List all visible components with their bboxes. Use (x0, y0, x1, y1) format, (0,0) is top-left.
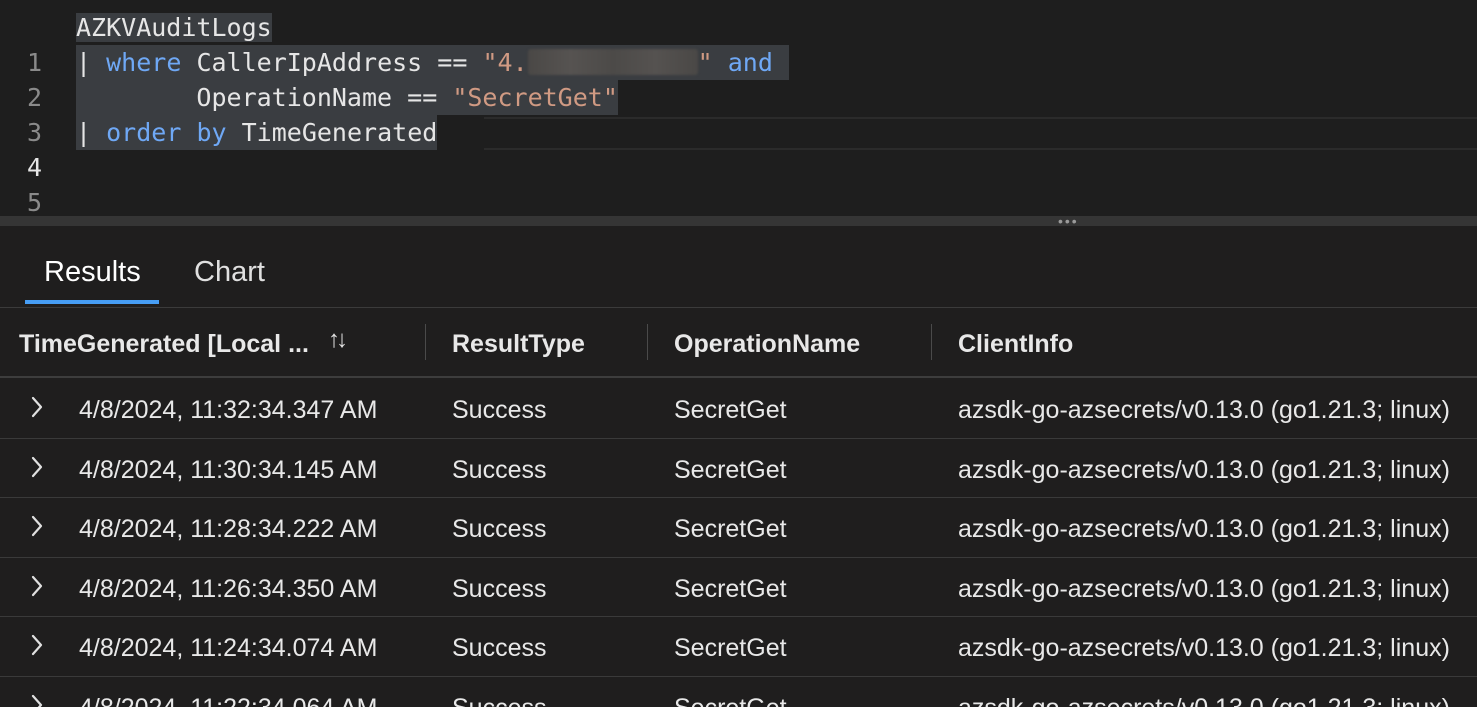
string-ip-end: " (697, 48, 713, 77)
column-header-timegenerated[interactable]: TimeGenerated [Local ... (19, 330, 309, 359)
cell-timegenerated: 4/8/2024, 11:26:34.350 AM (79, 574, 378, 603)
column-header-operationname[interactable]: OperationName (674, 330, 860, 359)
column-resize-handle[interactable] (425, 324, 426, 360)
field-operation-name: OperationName (196, 83, 393, 112)
cell-operationname: SecretGet (674, 455, 787, 484)
active-tab-indicator (25, 300, 159, 304)
editor-line-2[interactable]: 2 | where CallerIpAddress == "4. " and (0, 45, 1477, 112)
operator-equals: == (437, 48, 468, 77)
cell-operationname: SecretGet (674, 515, 787, 543)
grid-header: TimeGenerated [Local ... ↑↓ ResultType O… (0, 308, 1477, 378)
keyword-where: where (106, 48, 182, 77)
expand-chevron-icon[interactable] (27, 512, 47, 540)
table-name: AZKVAuditLogs (76, 13, 272, 42)
editor-line-3[interactable]: 3 OperationName == "SecretGet" (0, 80, 1477, 147)
string-ip-start: "4. (482, 48, 528, 77)
editor-line-5[interactable]: 5 (0, 150, 1477, 217)
string-secretget: "SecretGet" (452, 83, 618, 112)
cell-clientinfo: azsdk-go-azsecrets/v0.13.0 (go1.21.3; li… (958, 574, 1450, 603)
query-editor[interactable]: 1 AZKVAuditLogs 2 | where CallerIpAddres… (0, 0, 1477, 217)
editor-line-4[interactable]: 4 | order by TimeGenerated (0, 115, 1477, 182)
cell-timegenerated: 4/8/2024, 11:28:34.222 AM (79, 515, 378, 543)
cell-clientinfo: azsdk-go-azsecrets/v0.13.0 (go1.21.3; li… (958, 455, 1450, 484)
cell-timegenerated: 4/8/2024, 11:32:34.347 AM (79, 396, 378, 424)
table-row[interactable]: 4/8/2024, 11:32:34.347 AM Success SecretGe… (0, 379, 1477, 439)
cell-operationname: SecretGet (674, 694, 787, 707)
table-row[interactable]: 4/8/2024, 11:28:34.222 AM Success SecretGe… (0, 498, 1477, 558)
expand-chevron-icon[interactable] (27, 691, 47, 707)
expand-chevron-icon[interactable] (27, 393, 47, 421)
cell-clientinfo: azsdk-go-azsecrets/v0.13.0 (go1.21.3; li… (958, 694, 1450, 707)
line-number: 5 (26, 188, 42, 217)
cell-timegenerated: 4/8/2024, 11:24:34.074 AM (79, 634, 378, 662)
cell-resulttype: Success (452, 574, 547, 603)
cell-resulttype: Success (452, 694, 546, 707)
cell-timegenerated: 4/8/2024, 11:30:34.145 AM (79, 455, 378, 484)
column-header-resulttype[interactable]: ResultType (452, 330, 585, 359)
cell-resulttype: Success (452, 634, 547, 662)
cell-resulttype: Success (452, 396, 547, 424)
column-resize-handle[interactable] (647, 324, 648, 360)
column-header-clientinfo[interactable]: ClientInfo (958, 330, 1073, 359)
expand-chevron-icon[interactable] (27, 572, 47, 600)
pipe-operator: | (76, 48, 92, 77)
results-tabs: Results Chart (0, 226, 1477, 308)
cell-clientinfo: azsdk-go-azsecrets/v0.13.0 (go1.21.3; li… (958, 634, 1450, 662)
cell-resulttype: Success (452, 455, 547, 484)
cell-resulttype: Success (452, 515, 547, 543)
operator-equals: == (407, 83, 438, 112)
field-time-generated: TimeGenerated (241, 118, 438, 147)
cell-clientinfo: azsdk-go-azsecrets/v0.13.0 (go1.21.3; li… (958, 515, 1450, 543)
cell-operationname: SecretGet (674, 634, 787, 662)
tab-chart[interactable]: Chart (194, 256, 265, 289)
table-row[interactable]: 4/8/2024, 11:26:34.350 AM Success SecretGe… (0, 558, 1477, 617)
editor-line-1[interactable]: 1 AZKVAuditLogs (0, 10, 1477, 77)
results-grid: TimeGenerated [Local ... ↑↓ ResultType O… (0, 308, 1477, 707)
cell-operationname: SecretGet (674, 396, 787, 424)
cell-timegenerated: 4/8/2024, 11:22:34.064 AM (79, 694, 377, 707)
table-row[interactable]: 4/8/2024, 11:22:34.064 AM Success SecretGe… (0, 677, 1477, 707)
cell-clientinfo: azsdk-go-azsecrets/v0.13.0 (go1.21.3; li… (958, 396, 1450, 424)
cell-operationname: SecretGet (674, 574, 787, 603)
tab-results[interactable]: Results (44, 256, 141, 289)
keyword-order: order (106, 118, 182, 147)
column-resize-handle[interactable] (931, 324, 932, 360)
sort-icon[interactable]: ↑↓ (328, 326, 348, 354)
keyword-by: by (196, 118, 227, 147)
pipe-operator: | (76, 118, 92, 147)
expand-chevron-icon[interactable] (27, 453, 47, 481)
expand-chevron-icon[interactable] (27, 631, 47, 659)
table-row[interactable]: 4/8/2024, 11:30:34.145 AM Success SecretGe… (0, 439, 1477, 498)
keyword-and: and (727, 48, 773, 77)
table-row[interactable]: 4/8/2024, 11:24:34.074 AM Success SecretGe… (0, 617, 1477, 677)
field-caller-ip: CallerIpAddress (196, 48, 423, 77)
redacted-ip-blur (527, 49, 698, 75)
pane-splitter[interactable] (0, 216, 1477, 226)
